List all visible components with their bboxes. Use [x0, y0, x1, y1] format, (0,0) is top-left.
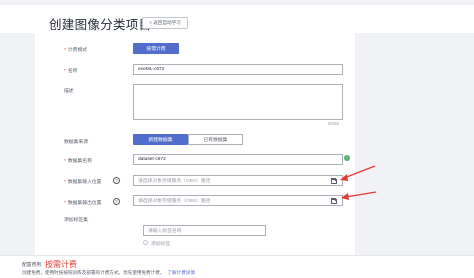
dataset-name-label: * 数据集名称 [64, 159, 92, 164]
description-counter: 0/256 [328, 121, 339, 126]
output-location-placeholder: 请选择对象存储服务（OBS）路径 [138, 199, 211, 204]
check-circle-icon: ✓ [344, 155, 350, 161]
config-fee-value: 按需计费 [45, 259, 77, 269]
add-tag-label[interactable]: 添加标签 [151, 240, 170, 247]
input-location-placeholder: 请选择对象存储服务（OBS）路径 [138, 179, 211, 184]
footer-bar: 配置费用 按需计费 创建免费，使用时按按照训练及部署的计费方式。优先使用免费计费… [0, 255, 474, 278]
name-label: * 名称 [64, 69, 78, 74]
output-location-field[interactable]: 请选择对象存储服务（OBS）路径 [133, 195, 343, 206]
output-location-label: * 数据集输出位置 [64, 201, 102, 206]
description-textarea[interactable] [133, 84, 343, 120]
dataset-name-input[interactable]: dataset-c672 [133, 154, 343, 165]
add-tag-radio[interactable] [143, 240, 148, 245]
back-to-automl-button[interactable]: < 返回自动学习 [142, 17, 188, 29]
billing-on-demand-button[interactable]: 按需计费 [133, 43, 179, 54]
new-dataset-option[interactable]: 新建数据集 [133, 134, 188, 145]
folder-icon[interactable] [331, 198, 337, 204]
existing-dataset-option[interactable]: 已有数据集 [188, 134, 243, 145]
input-location-field[interactable]: 请选择对象存储服务（OBS）路径 [133, 175, 343, 186]
tag-name-input[interactable]: 请输入标签名称 [143, 225, 266, 236]
tag-name-placeholder: 请输入标签名称 [148, 229, 182, 234]
help-icon[interactable]: ? [113, 198, 120, 205]
dataset-source-label: 数据集来源 [64, 140, 88, 145]
add-tag-set-label: 添加标签集 [64, 218, 88, 223]
help-icon[interactable]: ? [113, 177, 120, 184]
page-header: 创建图像分类项目 < 返回自动学习 [0, 5, 474, 33]
footer-description: 创建免费，使用时按按照训练及部署的计费方式。优先使用免费计费。 了解计费详情 [22, 270, 195, 276]
config-fee-label: 配置费用 [22, 263, 42, 268]
billing-mode-label: * 计费模式 [64, 48, 88, 53]
folder-icon[interactable] [331, 178, 337, 184]
description-label: 描述 [64, 89, 74, 94]
page-title: 创建图像分类项目 [49, 18, 152, 32]
footer-description-text: 创建免费，使用时按按照训练及部署的计费方式。优先使用免费计费。 [22, 270, 165, 275]
billing-details-link[interactable]: 了解计费详情 [167, 270, 195, 275]
name-input[interactable]: exeML-c672 [133, 64, 343, 75]
input-location-label: * 数据集输入位置 [64, 180, 102, 185]
